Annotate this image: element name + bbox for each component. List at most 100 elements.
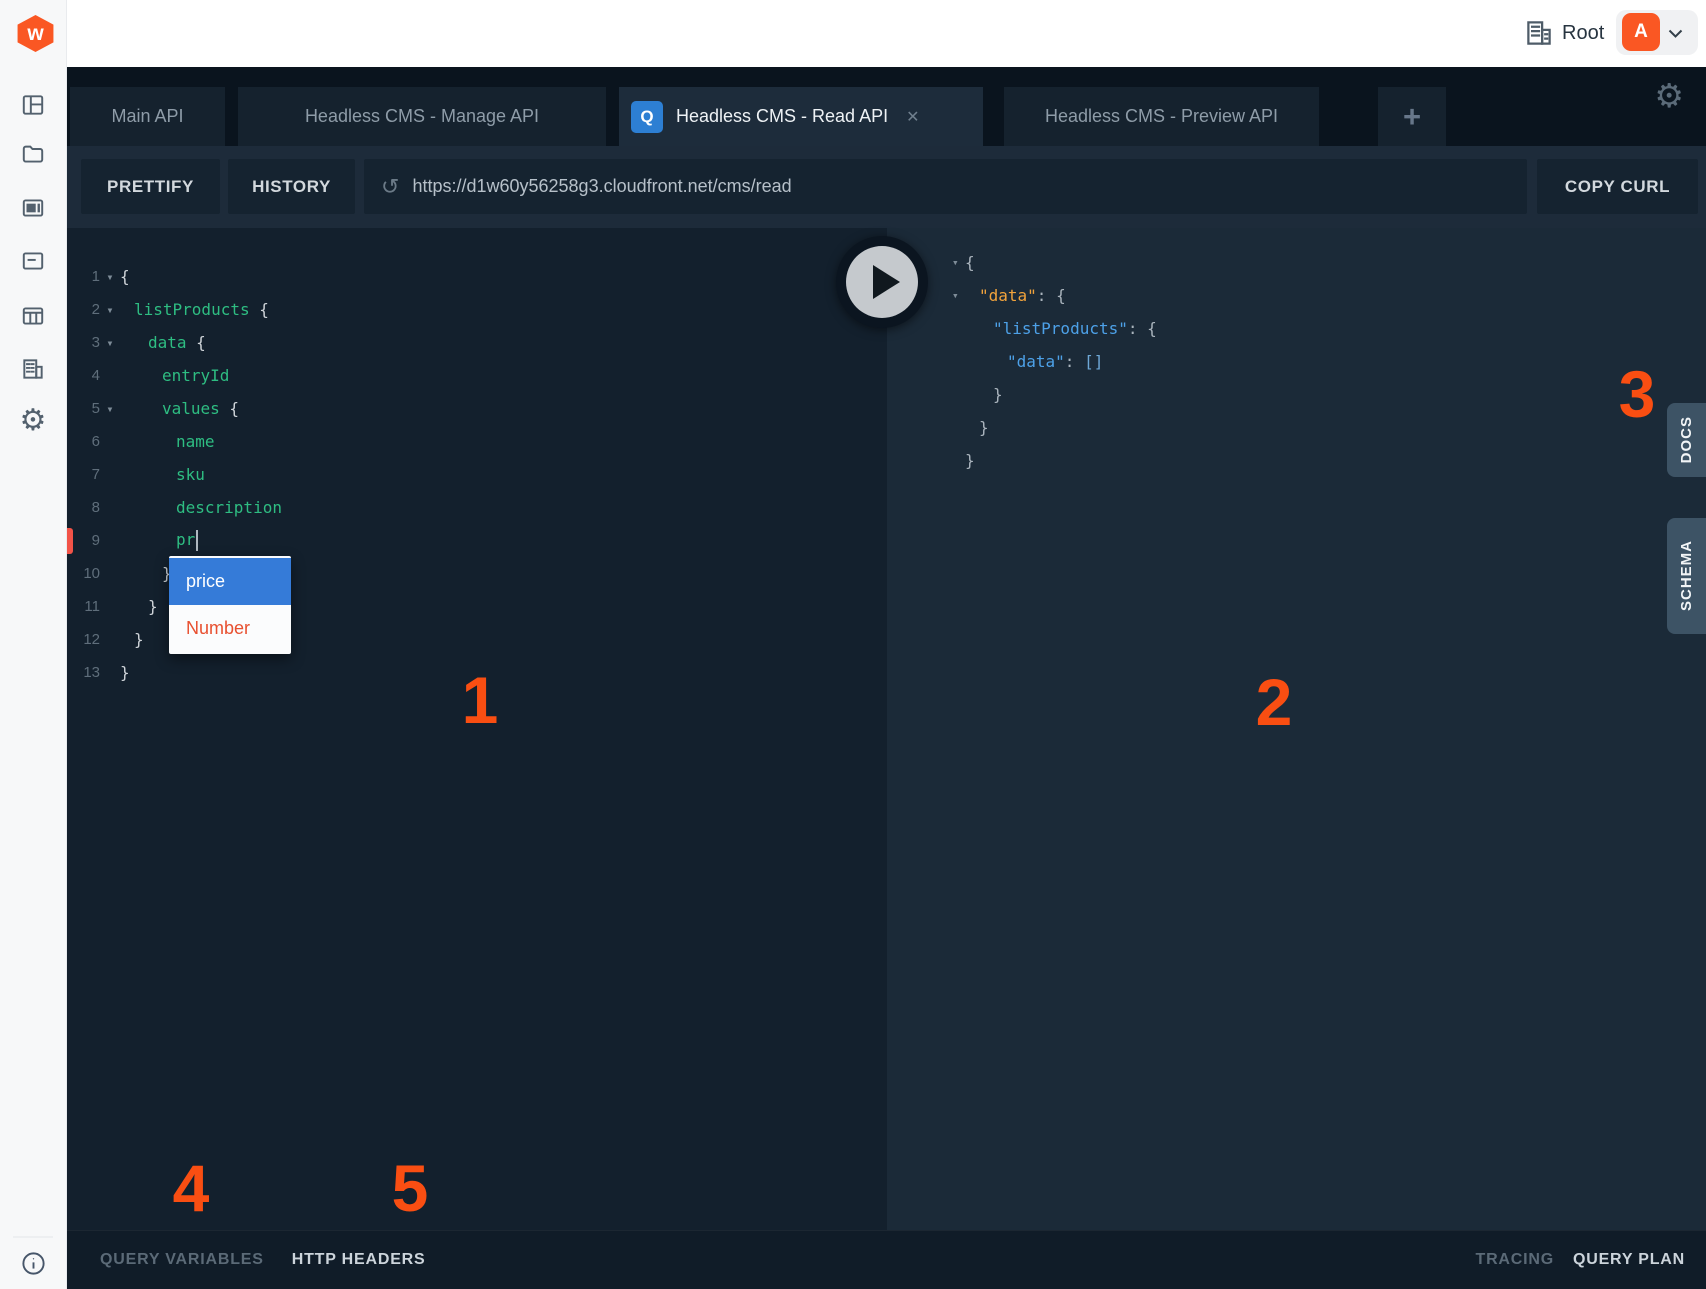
code-token: name [176, 432, 215, 451]
code-line[interactable]: 1 ▾ { [67, 260, 887, 293]
docs-panel-toggle[interactable]: DOCS [1667, 403, 1706, 477]
bottom-bar: QUERY VARIABLES HTTP HEADERS TRACING QUE… [67, 1230, 1706, 1289]
line-number: 11 [67, 598, 100, 615]
result-row: } [952, 444, 1706, 477]
json-value: [] [1084, 352, 1103, 371]
error-line-marker [67, 528, 73, 554]
bottom-bar-right: TRACING QUERY PLAN [1476, 1251, 1686, 1269]
code-line[interactable]: 8 description [67, 491, 887, 524]
schema-panel-toggle[interactable]: SCHEMA [1667, 518, 1706, 634]
code-punctuation: } [120, 663, 130, 682]
code-line[interactable]: 5 ▾ values { [67, 392, 887, 425]
graphql-playground-app: Root A w [0, 0, 1706, 1289]
tab-headless-cms-preview-api[interactable]: Headless CMS - Preview API [1004, 87, 1319, 146]
avatar[interactable]: A [1622, 13, 1660, 51]
annotation-5: 5 [392, 1155, 429, 1221]
code-token: description [176, 498, 282, 517]
info-button[interactable] [0, 1244, 66, 1282]
folder-icon [20, 141, 46, 167]
query-plan-toggle[interactable]: QUERY PLAN [1573, 1251, 1685, 1269]
text-cursor [196, 530, 198, 551]
json-punctuation: { [965, 253, 975, 272]
play-triangle [873, 265, 900, 299]
docs-label: DOCS [1678, 416, 1695, 463]
json-punctuation: } [965, 451, 975, 470]
code-punctuation: { [250, 300, 269, 319]
playground-settings-button[interactable]: ⚙ [1654, 79, 1684, 112]
code-line[interactable]: 7 sku [67, 458, 887, 491]
execute-query-button[interactable] [836, 236, 928, 328]
code-token: sku [176, 465, 205, 484]
sidebar-item-headless-cms[interactable] [0, 297, 66, 335]
json-punctuation: } [979, 418, 989, 437]
line-number: 8 [67, 499, 100, 516]
annotation-3: 3 [1619, 361, 1656, 427]
copy-curl-button[interactable]: COPY CURL [1537, 159, 1698, 214]
sidebar-item-page-builder[interactable] [0, 189, 66, 227]
gear-icon: ⚙ [1654, 77, 1684, 114]
tab-label: Headless CMS - Preview API [1045, 106, 1278, 127]
code-line[interactable]: 2 ▾ listProducts { [67, 293, 887, 326]
fold-icon[interactable]: ▾ [952, 256, 965, 269]
organization-icon [1524, 18, 1554, 48]
endpoint-url[interactable]: https://d1w60y56258g3.cloudfront.net/cms… [412, 176, 791, 197]
tenant-name: Root [1562, 0, 1604, 67]
code-punctuation: { [187, 333, 206, 352]
chevron-down-icon[interactable] [1668, 29, 1683, 38]
code-token: entryId [162, 366, 229, 385]
query-variables-toggle[interactable]: QUERY VARIABLES [100, 1251, 264, 1269]
code-line-with-cursor[interactable]: 9 pr [67, 524, 887, 557]
json-punctuation: : { [1128, 319, 1157, 338]
result-row: ▾ "data": { [952, 279, 1706, 312]
result-row: "data": [] [952, 345, 1706, 378]
result-row: ▾ { [952, 246, 1706, 279]
line-number: 2 [67, 301, 100, 318]
code-punctuation: } [134, 630, 144, 649]
code-token: listProducts [134, 300, 250, 319]
fold-icon[interactable]: ▾ [100, 402, 120, 416]
tracing-toggle[interactable]: TRACING [1476, 1251, 1554, 1269]
code-punctuation: { [120, 267, 130, 286]
json-punctuation: } [993, 385, 1003, 404]
sidebar-item-files[interactable] [0, 135, 66, 173]
fold-icon[interactable]: ▾ [100, 303, 120, 317]
http-headers-toggle[interactable]: HTTP HEADERS [292, 1251, 426, 1269]
tab-main-api[interactable]: Main API [70, 87, 225, 146]
result-row: } [952, 378, 1706, 411]
prettify-button[interactable]: PRETTIFY [81, 159, 220, 214]
json-key: "data" [1007, 352, 1065, 371]
code-line[interactable]: 3 ▾ data { [67, 326, 887, 359]
sidebar-divider [13, 1236, 53, 1238]
fold-icon[interactable]: ▾ [100, 270, 120, 284]
line-number: 7 [67, 466, 100, 483]
fold-icon[interactable]: ▾ [100, 336, 120, 350]
add-tab-button[interactable]: + [1378, 87, 1446, 146]
sidebar-item-tenant-manager[interactable] [0, 350, 66, 388]
sidebar-item-forms[interactable] [0, 242, 66, 280]
form-icon [20, 248, 46, 274]
tab-headless-cms-read-api[interactable]: Q Headless CMS - Read API ✕ [619, 87, 983, 146]
autocomplete-item-price[interactable]: price [169, 558, 291, 605]
webiny-logo[interactable]: w [16, 15, 55, 52]
reset-endpoint-icon[interactable]: ↺ [381, 176, 399, 198]
endpoint-url-bar[interactable]: ↺ https://d1w60y56258g3.cloudfront.net/c… [364, 159, 1527, 214]
close-tab-icon[interactable]: ✕ [906, 107, 919, 127]
sidebar-item-dashboard[interactable] [0, 86, 66, 124]
autocomplete-item-type[interactable]: Number [169, 605, 291, 652]
result-row: "listProducts": { [952, 312, 1706, 345]
top-bar: Root A [0, 0, 1706, 67]
play-icon [846, 246, 918, 318]
fold-icon[interactable]: ▾ [952, 289, 965, 302]
line-number: 6 [67, 433, 100, 450]
code-line[interactable]: 6 name [67, 425, 887, 458]
line-number: 3 [67, 334, 100, 351]
info-icon [20, 1250, 47, 1277]
code-line[interactable]: 4 entryId [67, 359, 887, 392]
history-button[interactable]: HISTORY [228, 159, 355, 214]
tab-headless-cms-manage-api[interactable]: Headless CMS - Manage API [238, 87, 606, 146]
json-key: "listProducts" [993, 319, 1128, 338]
result-pane: ▾ { ▾ "data": { "listProducts": { "data"… [887, 228, 1706, 1230]
sidebar-item-settings[interactable]: ⚙ [0, 402, 66, 440]
line-number: 5 [67, 400, 100, 417]
schema-label: SCHEMA [1678, 540, 1695, 611]
